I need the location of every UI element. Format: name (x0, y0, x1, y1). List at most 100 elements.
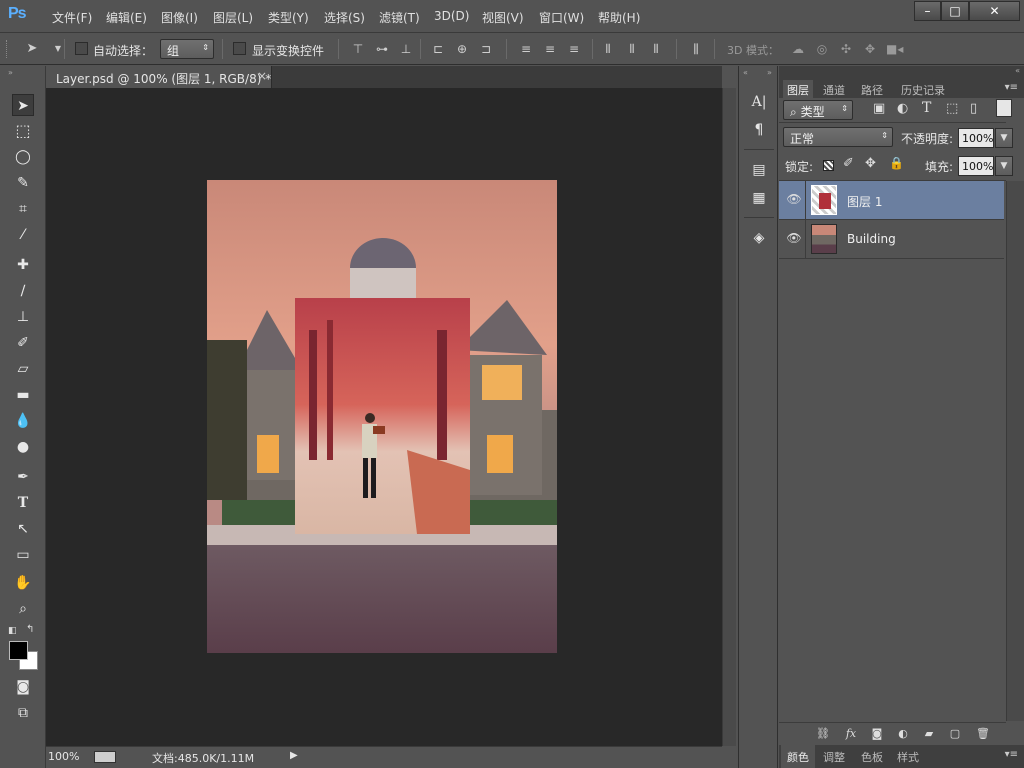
swap-colors-icon[interactable]: ↰ (26, 624, 34, 635)
tab-layers[interactable]: 图层 (783, 80, 813, 98)
history-brush-tool-icon[interactable]: ✐ (12, 332, 34, 354)
healing-brush-tool-icon[interactable]: ✚ (12, 254, 34, 276)
move-tool-preset-icon[interactable]: ➤ (24, 41, 40, 57)
tab-swatches[interactable]: 色板 (861, 749, 883, 765)
panel-menu-icon[interactable]: ▾≡ (1005, 82, 1018, 93)
menu-view[interactable]: 视图(V) (482, 9, 524, 26)
brush-tool-icon[interactable]: ∕ (12, 280, 34, 302)
add-mask-icon[interactable]: ◙ (869, 726, 885, 742)
eraser-tool-icon[interactable]: ▱ (12, 358, 34, 380)
vertical-scrollbar[interactable] (722, 88, 736, 746)
scale-3d-icon[interactable]: ■◂ (886, 41, 903, 57)
align-vcenter-icon[interactable]: ⊶ (374, 41, 390, 57)
opacity-field[interactable]: 100% (958, 128, 994, 148)
layers-scrollbar[interactable] (1006, 181, 1024, 721)
menu-image[interactable]: 图像(I) (161, 9, 198, 26)
layer-filter-dropdown[interactable]: ⌕ 类型 ⇕ (783, 100, 853, 120)
menu-3d[interactable]: 3D(D) (434, 9, 469, 23)
quick-mask-icon[interactable]: ◙ (12, 676, 34, 698)
maximize-button[interactable]: □ (941, 1, 969, 21)
lock-position-icon[interactable]: ✥ (865, 156, 876, 171)
collapse-icon[interactable]: » (8, 68, 13, 77)
filter-type-icon[interactable]: T (922, 100, 931, 116)
chevron-down-icon[interactable]: ▼ (995, 128, 1013, 148)
blur-tool-icon[interactable]: 💧 (12, 410, 34, 432)
paragraph-panel-icon[interactable]: ¶ (747, 118, 771, 142)
type-tool-icon[interactable]: T (12, 492, 34, 514)
trash-icon[interactable]: 🗑 (975, 726, 991, 742)
tab-channels[interactable]: 通道 (819, 80, 849, 98)
new-group-icon[interactable]: ▰ (921, 726, 937, 742)
align-top-icon[interactable]: ⊤ (350, 41, 366, 57)
visibility-eye-icon[interactable]: 👁 (785, 231, 803, 247)
layer-name[interactable]: Building (847, 232, 896, 246)
canvas-area[interactable] (46, 88, 722, 746)
expand-icon[interactable]: » (767, 68, 772, 77)
character-panel-icon[interactable]: A| (747, 90, 771, 114)
zoom-tool-icon[interactable]: ⌕ (12, 598, 34, 620)
collapse-icon[interactable]: « (743, 68, 748, 77)
hand-tool-icon[interactable]: ✋ (12, 572, 34, 594)
document-canvas[interactable] (207, 180, 557, 653)
auto-select-dropdown[interactable]: 组 ⇕ (160, 39, 214, 59)
panel-menu-icon[interactable]: ▾≡ (1005, 749, 1018, 760)
drag-3d-icon[interactable]: ✣ (838, 41, 854, 57)
distribute-top-icon[interactable]: ≡ (518, 41, 534, 57)
tab-adjustments[interactable]: 调整 (823, 749, 845, 765)
quick-select-tool-icon[interactable]: ✎ (12, 172, 34, 194)
distribute-vcenter-icon[interactable]: ≡ (542, 41, 558, 57)
chevron-down-icon[interactable]: ▼ (995, 156, 1013, 176)
screen-mode-icon[interactable]: ⧉ (12, 702, 34, 724)
blend-mode-dropdown[interactable]: 正常 ⇕ (783, 127, 893, 147)
crop-tool-icon[interactable]: ⌗ (12, 198, 34, 220)
stamp-tool-icon[interactable]: ⊥ (12, 306, 34, 328)
roll-3d-icon[interactable]: ◎ (814, 41, 830, 57)
filter-toggle[interactable] (996, 99, 1012, 117)
tab-styles[interactable]: 样式 (897, 749, 919, 765)
close-tab-icon[interactable]: × (257, 69, 267, 83)
preview-icon[interactable] (94, 751, 116, 763)
pen-tool-icon[interactable]: ✒ (12, 466, 34, 488)
close-window-button[interactable]: ✕ (969, 1, 1020, 21)
notes-panel-icon[interactable]: ▦ (747, 186, 771, 210)
filter-smart-object-icon[interactable]: ▯ (970, 101, 977, 116)
document-tab[interactable]: Layer.psd @ 100% (图层 1, RGB/8) * × (46, 66, 272, 88)
zoom-level[interactable]: 100% (48, 750, 79, 763)
distribute-hcenter-icon[interactable]: ⫴ (624, 41, 640, 57)
distribute-left-icon[interactable]: ⫴ (600, 41, 616, 57)
menu-filter[interactable]: 滤镜(T) (379, 9, 420, 26)
distribute-bottom-icon[interactable]: ≡ (566, 41, 582, 57)
menu-select[interactable]: 选择(S) (324, 9, 365, 26)
rectangle-tool-icon[interactable]: ▭ (12, 544, 34, 566)
dodge-tool-icon[interactable]: ● (12, 436, 34, 458)
menu-file[interactable]: 文件(F) (52, 9, 92, 26)
lock-all-icon[interactable]: 🔒 (889, 156, 904, 170)
layer-row-building[interactable]: 👁 Building (779, 220, 1004, 259)
lock-transparent-icon[interactable] (823, 160, 834, 171)
menu-help[interactable]: 帮助(H) (598, 9, 640, 26)
filter-shape-icon[interactable]: ⬚ (946, 101, 958, 116)
auto-align-icon[interactable]: ⫼ (688, 41, 704, 57)
visibility-eye-icon[interactable]: 👁 (785, 192, 803, 208)
align-right-icon[interactable]: ⊐ (478, 41, 494, 57)
grip-handle[interactable] (6, 40, 10, 58)
auto-select-checkbox[interactable] (75, 42, 88, 55)
filter-adjustment-icon[interactable]: ◐ (897, 101, 908, 116)
distribute-right-icon[interactable]: ⫴ (648, 41, 664, 57)
fx-icon[interactable]: fx (843, 726, 859, 742)
3d-panel-icon[interactable]: ◈ (747, 226, 771, 250)
align-hcenter-icon[interactable]: ⊕ (454, 41, 470, 57)
path-select-tool-icon[interactable]: ↖ (12, 518, 34, 540)
adjustment-layer-icon[interactable]: ◐ (895, 726, 911, 742)
move-tool-icon[interactable]: ➤ (12, 94, 34, 116)
filter-pixel-icon[interactable]: ▣ (873, 101, 885, 116)
collapse-icon[interactable]: « (1015, 66, 1020, 75)
foreground-color-swatch[interactable] (9, 641, 28, 660)
menu-window[interactable]: 窗口(W) (539, 9, 584, 26)
align-left-icon[interactable]: ⊏ (430, 41, 446, 57)
show-transform-checkbox[interactable] (233, 42, 246, 55)
status-menu-arrow-icon[interactable]: ▶ (290, 750, 298, 761)
slide-3d-icon[interactable]: ✥ (862, 41, 878, 57)
layer-name[interactable]: 图层 1 (847, 193, 882, 210)
tab-paths[interactable]: 路径 (857, 80, 887, 98)
